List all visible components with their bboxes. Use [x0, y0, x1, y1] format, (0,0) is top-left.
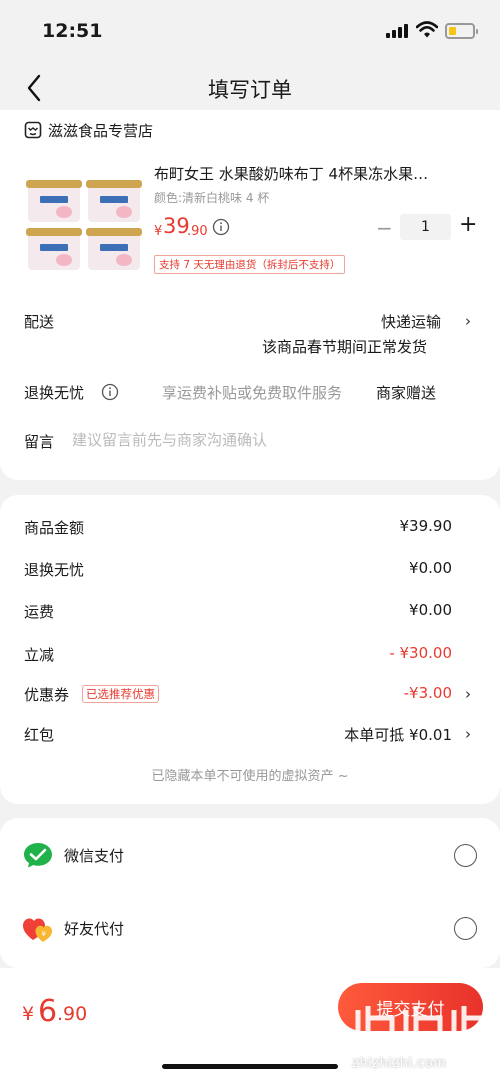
summary-value-redpacket[interactable]: 本单可抵 ¥0.01	[312, 724, 452, 745]
watermark-text: zhizhizhi.com	[352, 1056, 447, 1071]
payment-card	[0, 818, 500, 968]
wechat-pay-radio[interactable]	[454, 844, 477, 867]
price-info-icon[interactable]	[212, 218, 230, 236]
friend-pay-radio[interactable]	[454, 917, 477, 940]
quantity-increase-button[interactable]: +	[459, 212, 477, 237]
quantity-field[interactable]: 1	[400, 214, 451, 240]
product-spec: 颜色:清新白桃味 4 杯	[154, 191, 270, 205]
product-title[interactable]: 布町女王 水果酸奶味布丁 4杯果冻水果…	[154, 163, 476, 184]
summary-value-coupon[interactable]: -¥3.00	[312, 684, 452, 702]
summary-label-discount: 立减	[24, 646, 55, 664]
refund-service-label: 退换无忧	[24, 384, 85, 402]
summary-label-coupon[interactable]: 优惠券	[24, 684, 69, 705]
delivery-note: 该商品春节期间正常发货	[262, 338, 428, 356]
price-symbol: ¥	[154, 224, 163, 239]
summary-value-goods: ¥39.90	[399, 517, 453, 535]
summary-label-shipping: 运费	[24, 603, 55, 621]
delivery-method[interactable]: 快递运输	[381, 311, 441, 332]
coupon-chevron-icon[interactable]: ›	[465, 685, 471, 703]
price-integer: 39	[163, 214, 190, 238]
back-arrow-icon[interactable]	[24, 72, 46, 104]
summary-value-refund: ¥0.00	[409, 559, 452, 577]
status-time: 12:51	[42, 20, 103, 42]
message-input[interactable]	[72, 431, 462, 449]
summary-value-discount: - ¥30.00	[389, 644, 452, 662]
summary-label-goods: 商品金额	[24, 519, 85, 537]
payment-option-wechat[interactable]: 微信支付	[64, 845, 124, 866]
home-indicator[interactable]	[162, 1064, 338, 1069]
battery-icon	[445, 23, 478, 39]
refund-service-value: 商家赠送	[376, 384, 437, 402]
hidden-assets-note[interactable]: 已隐藏本单不可使用的虚拟资产 ~	[0, 765, 500, 784]
total-decimal: .90	[57, 1003, 88, 1025]
refund-info-icon[interactable]	[101, 383, 119, 401]
page-title: 填写订单	[208, 78, 292, 102]
coupon-tag[interactable]: 已选推荐优惠	[82, 685, 159, 703]
summary-label-refund: 退换无忧	[24, 561, 85, 579]
delivery-chevron-icon[interactable]: ›	[465, 312, 471, 330]
summary-value-shipping: ¥0.00	[409, 601, 452, 619]
refund-service-description: 享运费补贴或免费取件服务	[162, 384, 343, 402]
redpacket-chevron-icon[interactable]: ›	[465, 725, 471, 743]
watermark-logo-icon	[355, 1006, 491, 1055]
svg-text:¥: ¥	[41, 930, 46, 938]
summary-label-redpacket[interactable]: 红包	[24, 724, 54, 745]
delivery-label: 配送	[24, 313, 55, 331]
store-name[interactable]: 滋滋食品专营店	[48, 120, 153, 141]
wifi-icon	[416, 21, 438, 38]
return-policy-badge: 支持 7 天无理由退货（拆封后不支持）	[154, 255, 346, 274]
wechat-pay-icon	[24, 843, 52, 868]
total-symbol: ¥	[22, 1003, 35, 1025]
price-decimal: .90	[187, 224, 208, 239]
friend-pay-icon: ¥	[23, 918, 52, 942]
quantity-decrease-button[interactable]: −	[376, 216, 393, 240]
total-integer: 6	[38, 994, 58, 1029]
cellular-signal-icon	[386, 24, 408, 38]
message-label: 留言	[24, 433, 55, 451]
payment-option-friend[interactable]: 好友代付	[64, 918, 124, 939]
store-icon[interactable]	[24, 121, 42, 139]
product-image[interactable]	[24, 170, 144, 282]
